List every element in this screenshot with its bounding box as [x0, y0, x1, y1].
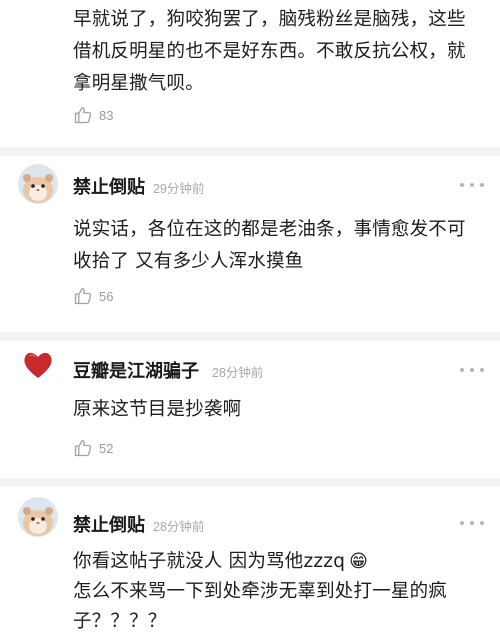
- comment-text-line: 怎么不来骂一下到处牵涉无辜到处打一星的疯: [73, 581, 448, 602]
- comment-text-line: 收拾了 又有多少人浑水摸鱼: [73, 251, 304, 272]
- like-count: 56: [99, 288, 114, 304]
- thumbs-up-icon: [74, 106, 92, 124]
- comment-4: 禁止倒贴 28分钟前 你看这帖子就没人 因为骂他zzzq 😁 怎么不来骂一下到处牵…: [0, 487, 500, 642]
- divider: [0, 478, 500, 487]
- like-count: 52: [99, 440, 114, 456]
- comment-text-line: 原来这节目是抄袭啊: [73, 399, 242, 420]
- more-dots-icon: [470, 521, 474, 525]
- divider: [0, 147, 500, 156]
- comment-text: 说实话，各位在这的都是老油条，事情愈发不可 收拾了 又有多少人浑水摸鱼: [73, 214, 478, 278]
- more-options-button[interactable]: [460, 180, 484, 190]
- divider: [0, 332, 500, 341]
- thumbs-up-icon: [74, 439, 92, 457]
- comment-2: 禁止倒贴 29分钟前 说实话，各位在这的都是老油条，事情愈发不可 收拾了 又有多…: [0, 156, 500, 331]
- more-dots-icon: [460, 183, 464, 187]
- more-dots-icon: [470, 183, 474, 187]
- hamster-avatar: [18, 497, 58, 537]
- more-dots-icon: [480, 183, 484, 187]
- grin-emoji: 😁: [349, 551, 369, 572]
- comment-time: 28分钟前: [153, 520, 205, 534]
- comment-text-line: 借机反明星的也不是好东西。不敢反抗公权，就: [73, 41, 466, 62]
- more-dots-icon: [480, 521, 484, 525]
- thumbs-up-icon: [74, 287, 92, 305]
- more-options-button[interactable]: [460, 518, 484, 528]
- comment-text-line: 说实话，各位在这的都是老油条，事情愈发不可: [73, 219, 466, 240]
- avatar[interactable]: [18, 345, 58, 385]
- like-button[interactable]: 52: [73, 437, 113, 459]
- comment-text-line: 你看这帖子就没人 因为骂他zzzq 😁: [73, 547, 478, 577]
- avatar[interactable]: [18, 497, 58, 537]
- comment-text-line: 拿明星撒气呗。: [73, 73, 204, 94]
- comment-text: 早就说了，狗咬狗罢了，脑残粉丝是脑残，这些 借机反明星的也不是好东西。不敢反抗公…: [73, 4, 478, 100]
- comment-time: 28分钟前: [212, 366, 264, 380]
- like-button[interactable]: 83: [73, 104, 113, 126]
- more-dots-icon: [460, 521, 464, 525]
- comment-text-line: 早就说了，狗咬狗罢了，脑残粉丝是脑残，这些: [73, 9, 466, 30]
- more-dots-icon: [480, 368, 484, 372]
- comment-time: 29分钟前: [153, 182, 205, 196]
- comment-3: 豆瓣是江湖骗子 28分钟前 原来这节目是抄袭啊 52: [0, 341, 500, 483]
- heart-avatar: [24, 352, 52, 378]
- hamster-avatar: [18, 164, 58, 204]
- comment-text: 你看这帖子就没人 因为骂他zzzq 😁 怎么不来骂一下到处牵涉无辜到处打一星的疯 …: [73, 547, 478, 637]
- comment-1: 早就说了，狗咬狗罢了，脑残粉丝是脑残，这些 借机反明星的也不是好东西。不敢反抗公…: [0, 0, 500, 140]
- like-button[interactable]: 56: [73, 285, 113, 307]
- like-count: 83: [99, 107, 114, 123]
- comment-text-line: 子？？？？: [73, 611, 167, 632]
- avatar[interactable]: [18, 164, 58, 204]
- comment-text: 原来这节目是抄袭啊: [73, 394, 478, 426]
- more-options-button[interactable]: [460, 365, 484, 375]
- author-name[interactable]: 禁止倒贴: [73, 511, 145, 537]
- comment-text-segment: 你看这帖子就没人 因为骂他zzzq: [73, 551, 346, 572]
- author-name[interactable]: 禁止倒贴: [73, 173, 145, 199]
- author-name[interactable]: 豆瓣是江湖骗子: [73, 357, 199, 383]
- more-dots-icon: [460, 368, 464, 372]
- more-dots-icon: [470, 368, 474, 372]
